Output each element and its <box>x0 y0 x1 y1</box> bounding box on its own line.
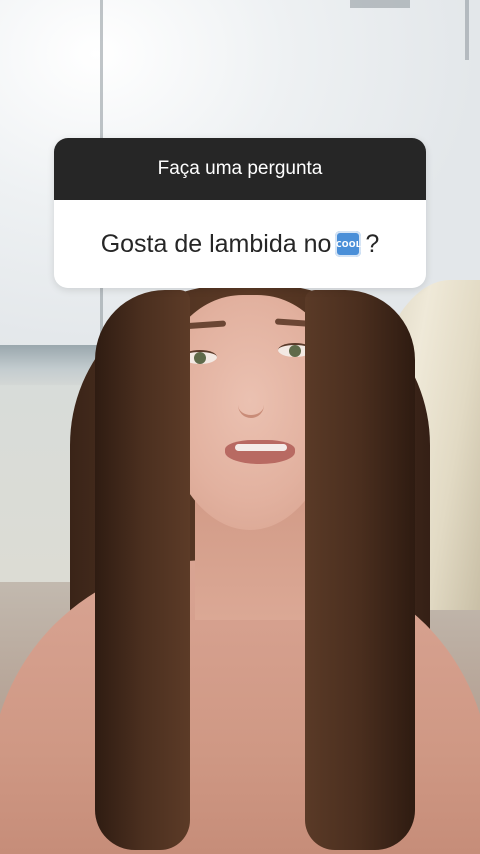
nose <box>238 385 264 418</box>
question-sticker-header: Faça uma pergunta <box>54 138 426 200</box>
question-text: Gosta de lambida no <box>100 229 332 258</box>
cool-emoji-icon: COOL <box>335 231 362 257</box>
person-photo <box>0 0 480 854</box>
question-suffix: ? <box>365 229 380 258</box>
hair-right <box>305 290 415 850</box>
teeth <box>235 444 287 451</box>
hair-left <box>95 290 190 850</box>
question-sticker[interactable]: Faça uma pergunta Gosta de lambida no CO… <box>54 138 426 288</box>
question-sticker-body: Gosta de lambida no COOL ? <box>54 200 426 288</box>
story-viewer[interactable]: Faça uma pergunta Gosta de lambida no CO… <box>0 0 480 854</box>
question-sticker-title: Faça uma pergunta <box>157 158 323 179</box>
